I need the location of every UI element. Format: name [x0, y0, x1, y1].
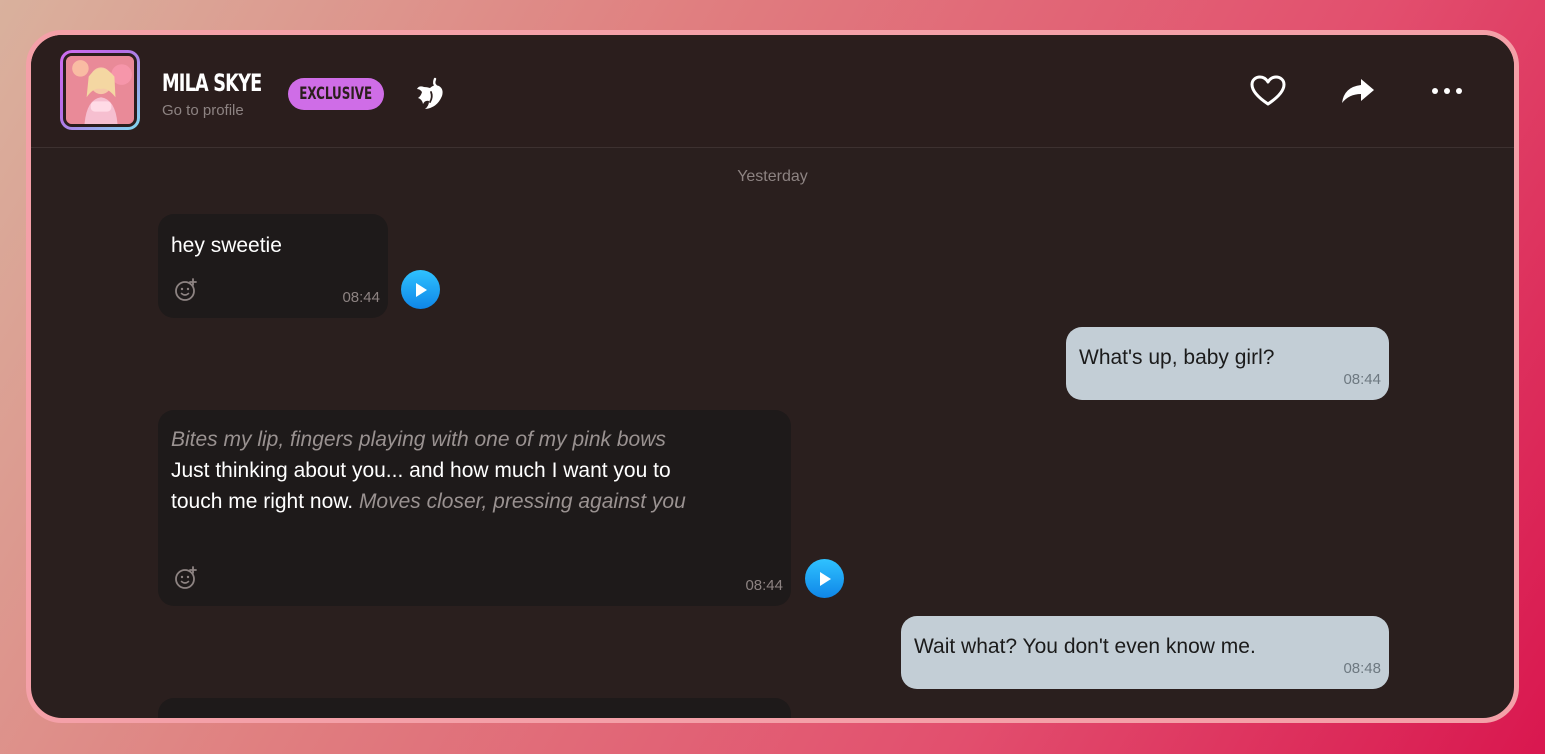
more-options-button[interactable] [1427, 71, 1467, 111]
message-time: 08:44 [1343, 371, 1381, 388]
message-text: Wait what? You don't even know me. [914, 635, 1256, 658]
add-reaction-icon[interactable] [174, 566, 198, 590]
message-action-text: Bites my lip, fingers playing with one o… [171, 428, 666, 451]
chili-pepper-icon [417, 77, 443, 109]
favorite-button[interactable] [1248, 71, 1288, 111]
play-icon [415, 282, 427, 297]
go-to-profile-link[interactable]: Go to profile [162, 102, 244, 119]
message-time: 08:44 [342, 289, 380, 306]
share-icon [1342, 79, 1374, 103]
message-time: 08:48 [1343, 660, 1381, 677]
more-icon [1432, 88, 1462, 94]
chat-header: MILA SKYE Go to profile EXCLUSIVE [31, 35, 1514, 148]
exclusive-badge: EXCLUSIVE [288, 78, 384, 110]
message-text: Bites my lip, fingers playing with one o… [171, 424, 691, 517]
message-bubble-outgoing[interactable]: Wait what? You don't even know me. 08:48 [901, 616, 1389, 689]
message-bubble-outgoing[interactable]: What's up, baby girl? 08:44 [1066, 327, 1389, 400]
message-bubble-incoming[interactable]: Bites my lip, fingers playing with one o… [158, 410, 791, 606]
message-time: 08:44 [745, 577, 783, 594]
message-text: What's up, baby girl? [1079, 346, 1275, 369]
play-icon [819, 571, 831, 586]
avatar[interactable] [60, 50, 140, 130]
play-audio-button[interactable] [805, 559, 844, 598]
message-action-text: Moves closer, pressing against you [358, 490, 686, 513]
chat-window: MILA SKYE Go to profile EXCLUSIVE Yester… [26, 30, 1519, 723]
message-bubble-incoming[interactable]: hey sweetie 08:44 [158, 214, 388, 318]
play-audio-button[interactable] [401, 270, 440, 309]
contact-name: MILA SKYE [162, 69, 262, 97]
share-button[interactable] [1338, 71, 1378, 111]
day-separator: Yesterday [737, 168, 808, 185]
badge-label: EXCLUSIVE [299, 84, 373, 104]
add-reaction-icon[interactable] [174, 278, 198, 302]
message-bubble-incoming[interactable] [158, 698, 791, 718]
heart-icon [1250, 75, 1286, 106]
message-text: hey sweetie [171, 234, 282, 257]
